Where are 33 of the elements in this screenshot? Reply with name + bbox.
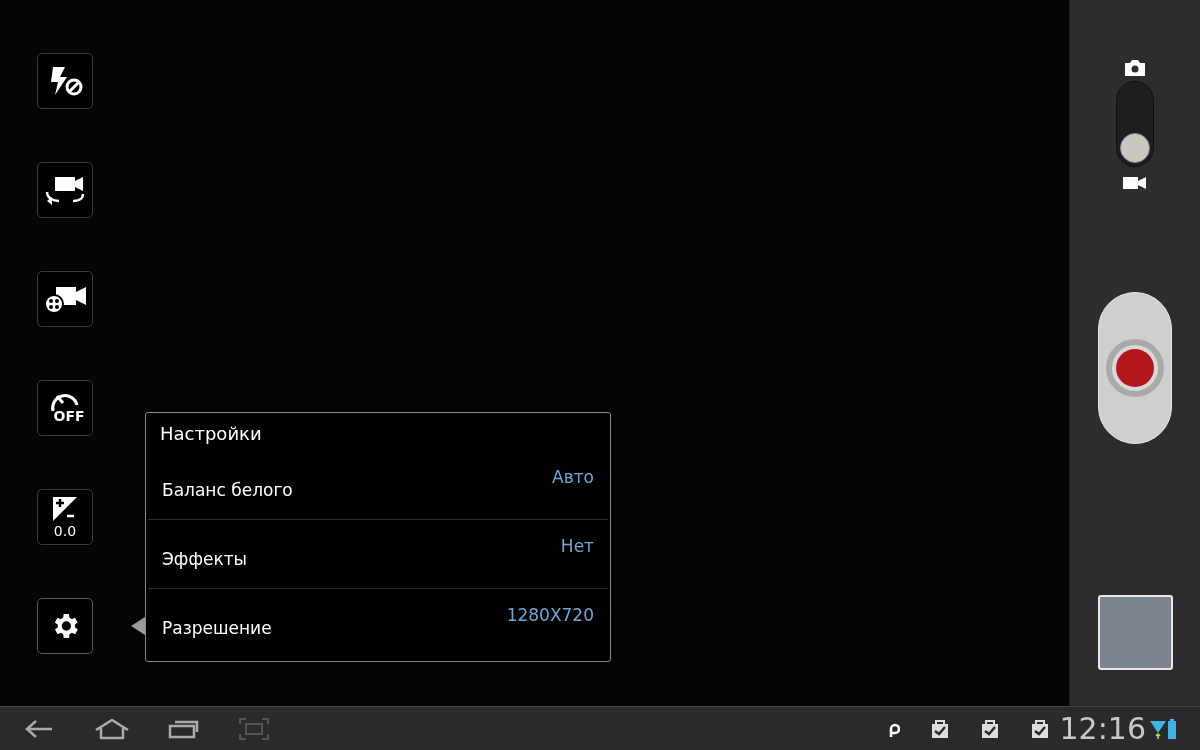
popup-title: Настройки (159, 422, 263, 446)
home-icon[interactable] (94, 717, 130, 740)
back-icon[interactable] (24, 718, 54, 739)
shopping-bag-check-icon (1029, 718, 1050, 739)
setting-label: Эффекты (162, 548, 247, 571)
gallery-thumbnail[interactable] (1097, 595, 1173, 670)
clock: 12:16 (1059, 713, 1146, 744)
toolbar-button[interactable]: 0.0 (37, 489, 93, 545)
pointer-icon (131, 617, 145, 635)
toolbar-button[interactable] (37, 53, 93, 109)
battery-icon (1168, 718, 1176, 739)
settings-row[interactable]: Разрешение 1280X720 (148, 589, 608, 658)
settings-row[interactable]: Баланс белого Авто (148, 451, 608, 520)
setting-value: Авто (552, 466, 594, 489)
setting-label: Разрешение (162, 617, 272, 640)
toolbar-button[interactable] (37, 598, 93, 654)
video-camera-icon (1123, 176, 1147, 190)
setting-value: Нет (560, 535, 594, 558)
record-icon (1106, 339, 1164, 397)
settings-row[interactable]: Эффекты Нет (148, 520, 608, 589)
exposure-value: 0.0 (53, 524, 77, 538)
shopping-bag-check-icon (979, 718, 1000, 739)
timer-label: OFF (53, 409, 85, 423)
toolbar-button[interactable] (37, 271, 93, 327)
setting-label: Баланс белого (162, 479, 293, 502)
toolbar-button[interactable] (37, 162, 93, 218)
switch-thumb[interactable] (1120, 133, 1150, 163)
mode-switch[interactable] (1116, 81, 1154, 167)
shopping-bag-check-icon (929, 718, 950, 739)
camera-icon (1123, 59, 1147, 77)
recent-apps-icon[interactable] (168, 718, 200, 739)
toolbar-button[interactable]: OFF (37, 380, 93, 436)
setting-value: 1280X720 (506, 604, 594, 627)
